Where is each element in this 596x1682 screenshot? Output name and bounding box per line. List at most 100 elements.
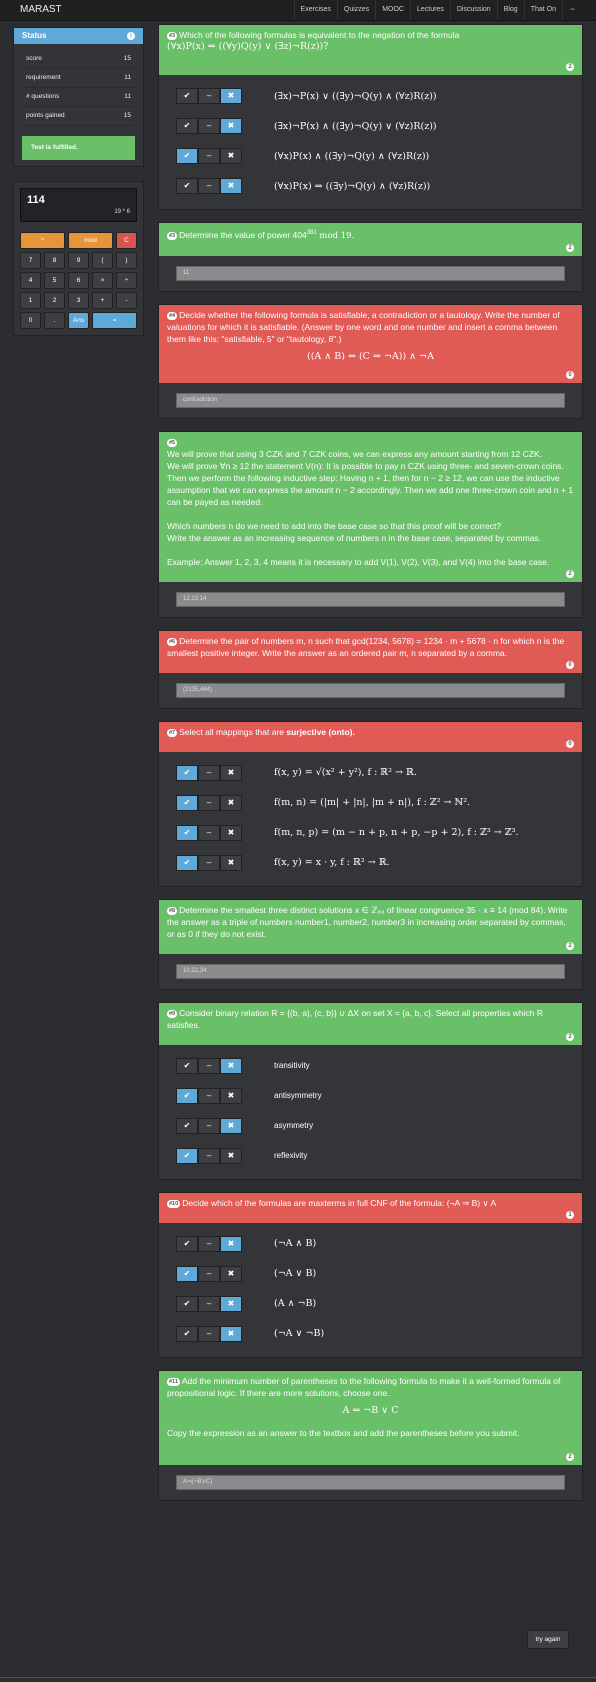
info-icon[interactable]: i [127,32,135,40]
calculator-key[interactable]: ( [92,252,113,269]
question-formula: ((A ∧ B) ⇔ (C ⇒ ¬A)) ∧ ¬A [307,350,434,362]
check-button[interactable]: ✔ [176,148,198,164]
cross-button[interactable]: ✖ [220,118,242,134]
calculator-key[interactable]: 1 [20,292,41,309]
question-card: #10 Decide which of the formulas are maxt… [158,1191,583,1358]
question-number: #9 [167,1009,178,1018]
calculator-key[interactable]: - [116,292,137,309]
check-button[interactable]: ✔ [176,1087,198,1104]
check-button[interactable]: ✔ [176,1325,198,1342]
neutral-button[interactable]: – [198,1087,220,1104]
nav-item[interactable]: That On [523,0,562,20]
neutral-button[interactable]: – [198,1325,220,1342]
answer-input[interactable]: A⇒(¬B∨C) [176,1474,565,1490]
calculator-key[interactable]: 9 [68,252,89,269]
calculator-key[interactable]: 7 [20,252,41,269]
cross-button[interactable]: ✖ [220,794,242,811]
option-buttons: ✔ – ✖ [176,1265,274,1282]
neutral-button[interactable]: – [198,1265,220,1282]
option-buttons: ✔ – ✖ [176,764,274,781]
check-button[interactable]: ✔ [176,88,198,104]
question-header: #4 Decide whether the following formula i… [159,304,582,383]
answer-input[interactable]: (2135,464) [176,682,565,698]
cross-button[interactable]: ✖ [220,1295,242,1312]
neutral-button[interactable]: – [198,794,220,811]
brand-logo[interactable]: MARAST [20,4,62,15]
calculator-key[interactable]: 8 [44,252,65,269]
calculator-key[interactable]: 5 [44,272,65,289]
neutral-button[interactable]: – [198,824,220,841]
calculator-key[interactable]: = [92,312,137,329]
nav-item[interactable]: Discussion [449,0,497,20]
neutral-button[interactable]: – [198,148,220,164]
check-button[interactable]: ✔ [176,1295,198,1312]
nav-item[interactable]: Exercises [293,0,337,20]
check-button[interactable]: ✔ [176,1265,198,1282]
cross-button[interactable]: ✖ [220,88,242,104]
calculator-key[interactable]: 6 [68,272,89,289]
check-button[interactable]: ✔ [176,764,198,781]
cross-button[interactable]: ✖ [220,1057,242,1074]
cross-button[interactable]: ✖ [220,1235,242,1252]
status-value: 15 [123,112,131,119]
check-button[interactable]: ✔ [176,824,198,841]
option-text: f(m, n, p) = (m − n + p, n + p, −p + 2),… [274,827,519,839]
cross-button[interactable]: ✖ [220,148,242,164]
cross-button[interactable]: ✖ [220,824,242,841]
check-button[interactable]: ✔ [176,178,198,194]
try-again-button[interactable]: try again [527,1630,569,1649]
check-button[interactable]: ✔ [176,794,198,811]
cross-button[interactable]: ✖ [220,1087,242,1104]
calculator-key[interactable]: Ans [68,312,89,329]
cross-button[interactable]: ✖ [220,1147,242,1164]
check-button[interactable]: ✔ [176,1147,198,1164]
neutral-button[interactable]: – [198,1295,220,1312]
status-label: points gained [26,112,65,119]
cross-button[interactable]: ✖ [220,178,242,194]
calculator-key[interactable]: ) [116,252,137,269]
answer-input[interactable]: 11 [176,265,565,281]
calculator-key[interactable]: 4 [20,272,41,289]
neutral-button[interactable]: – [198,118,220,134]
question-number: #7 [167,728,178,737]
question-line: Then we perform the following inductive … [167,472,574,507]
neutral-button[interactable]: – [198,1235,220,1252]
check-button[interactable]: ✔ [176,1117,198,1134]
calculator-display: 114 19 * 6 [20,188,137,222]
calculator-key[interactable]: . [44,312,65,329]
neutral-button[interactable]: – [198,854,220,871]
calculator-key[interactable]: 2 [44,292,65,309]
calculator-key[interactable]: ÷ [116,272,137,289]
calculator-key[interactable]: C [116,232,137,249]
nav-item[interactable]: Lectures [409,0,450,20]
answer-input[interactable]: 12,13,14 [176,591,565,607]
answer-input[interactable]: contradiction [176,392,565,408]
question-text: #8 Determine the smallest three distinct … [167,904,574,940]
answer-input[interactable]: 10,22,34 [176,963,565,979]
nav-item[interactable]: Blog [496,0,524,20]
check-button[interactable]: ✔ [176,118,198,134]
calculator-key[interactable]: mod [68,232,113,249]
cross-button[interactable]: ✖ [220,1325,242,1342]
neutral-button[interactable]: – [198,1057,220,1074]
calculator-key[interactable]: ^ [20,232,65,249]
calculator-key[interactable]: + [92,292,113,309]
calculator-key[interactable]: 3 [68,292,89,309]
cross-button[interactable]: ✖ [220,1117,242,1134]
check-button[interactable]: ✔ [176,1235,198,1252]
check-button[interactable]: ✔ [176,854,198,871]
nav-item[interactable]: Quizzes [336,0,375,20]
calculator-key[interactable]: 0 [20,312,41,329]
neutral-button[interactable]: – [198,764,220,781]
nav-item[interactable]: MOOC [375,0,410,20]
neutral-button[interactable]: – [198,178,220,194]
check-button[interactable]: ✔ [176,1057,198,1074]
cross-button[interactable]: ✖ [220,764,242,781]
neutral-button[interactable]: – [198,88,220,104]
cross-button[interactable]: ✖ [220,854,242,871]
calculator-key[interactable]: × [92,272,113,289]
cross-button[interactable]: ✖ [220,1265,242,1282]
neutral-button[interactable]: – [198,1117,220,1134]
neutral-button[interactable]: – [198,1147,220,1164]
nav-item[interactable]: ⇔ [562,0,582,20]
